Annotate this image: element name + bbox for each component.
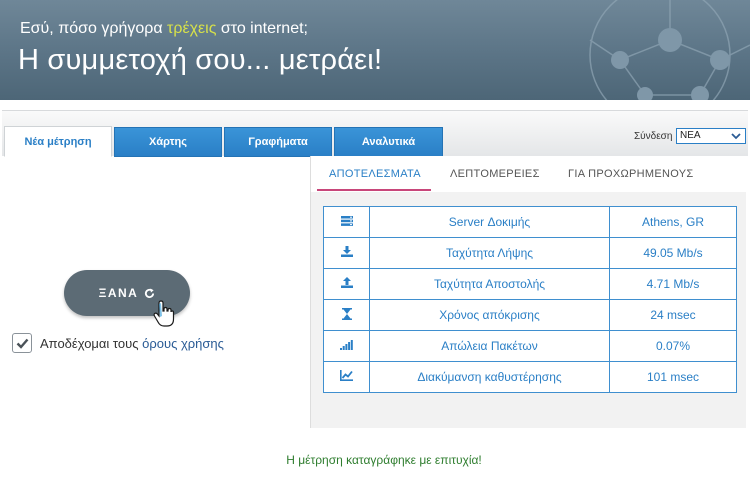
connection-selected-value: ΝΕΑ [680,130,701,141]
banner-title: Η συμμετοχή σου... μετράει! [18,44,383,76]
row-icon-cell [323,237,370,269]
row-icon-cell [323,361,370,393]
banner-tagline: Εσύ, πόσο γρήγορα τρέχεις στο internet; [20,20,308,38]
tagline-start: Εσύ, πόσο γρήγορα [20,20,168,37]
status-message: Η μέτρηση καταγράφηκε με επιτυχία! [286,453,482,467]
hand-pointer-cursor-icon [153,300,175,327]
terms-acceptance: Αποδέχομαι τους όρους χρήσης [12,333,224,353]
subtab-results[interactable]: ΑΠΟΤΕΛΕΣΜΑΤΑ [329,168,421,180]
signal-bars-icon [340,340,353,350]
server-icon [340,216,353,226]
table-row: Server Δοκιμής Athens, GR [323,206,737,238]
row-value: 49.05 Mb/s [609,237,737,269]
terms-link[interactable]: όρους χρήσης [142,336,224,351]
tagline-highlight: τρέχεις [167,20,217,37]
tab-map[interactable]: Χάρτης [114,127,222,157]
terms-checkbox[interactable] [12,333,32,353]
table-row: Ταχύτητα Αποστολής 4.71 Mb/s [323,268,737,300]
tab-analytics[interactable]: Αναλυτικά [334,127,443,157]
active-subtab-underline [317,189,431,191]
download-icon [340,246,353,257]
row-icon-cell [323,330,370,362]
results-table: Server Δοκιμής Athens, GR Ταχύτητα Λήψης… [323,206,737,393]
network-decoration-icon [589,0,750,100]
tagline-end: στο internet; [216,20,308,37]
tab-bar: Νέα μέτρηση Χάρτης Γραφήματα Αναλυτικά Σ… [2,110,748,157]
upload-icon [340,277,353,288]
connection-label: Σύνδεση [634,131,673,142]
row-value: 101 msec [609,361,737,393]
row-label: Απώλεια Πακέτων [369,330,610,362]
row-value: 4.71 Mb/s [609,268,737,300]
terms-prefix: Αποδέχομαι τους [40,335,143,351]
subtab-advanced[interactable]: ΓΙΑ ΠΡΟΧΩΡΗΜΕΝΟΥΣ [568,168,693,180]
tab-new-measurement[interactable]: Νέα μέτρηση [4,126,112,157]
table-row: Απώλεια Πακέτων 0.07% [323,330,737,362]
chevron-down-icon [731,133,741,140]
line-chart-icon [340,370,353,381]
row-label: Χρόνος απόκρισης [369,299,610,331]
row-label: Ταχύτητα Αποστολής [369,268,610,300]
checkmark-icon [16,338,28,349]
table-row: Διακύμανση καθυστέρησης 101 msec [323,361,737,393]
results-subtabs: ΑΠΟΤΕΛΕΣΜΑΤΑ ΛΕΠΤΟΜΕΡΕΙΕΣ ΓΙΑ ΠΡΟΧΩΡΗΜΕΝ… [311,156,747,192]
row-icon-cell [323,268,370,300]
terms-text: Αποδέχομαι τους όρους χρήσης [40,336,224,351]
header-banner: Εσύ, πόσο γρήγορα τρέχεις στο internet; … [0,0,750,100]
tab-charts[interactable]: Γραφήματα [224,127,332,157]
table-row: Ταχύτητα Λήψης 49.05 Mb/s [323,237,737,269]
connection-select[interactable]: ΝΕΑ [676,128,746,144]
again-button-label: ΞΑΝΑ [98,286,139,300]
row-value: Athens, GR [609,206,737,238]
row-icon-cell [323,299,370,331]
row-label: Διακύμανση καθυστέρησης [369,361,610,393]
row-value: 0.07% [609,330,737,362]
row-label: Ταχύτητα Λήψης [369,237,610,269]
row-value: 24 msec [609,299,737,331]
subtab-details[interactable]: ΛΕΠΤΟΜΕΡΕΙΕΣ [450,168,540,180]
table-row: Χρόνος απόκρισης 24 msec [323,299,737,331]
row-label: Server Δοκιμής [369,206,610,238]
refresh-icon [145,287,155,298]
hourglass-icon [341,307,352,320]
row-icon-cell [323,206,370,238]
results-panel: ΑΠΟΤΕΛΕΣΜΑΤΑ ΛΕΠΤΟΜΕΡΕΙΕΣ ΓΙΑ ΠΡΟΧΩΡΗΜΕΝ… [310,156,747,428]
